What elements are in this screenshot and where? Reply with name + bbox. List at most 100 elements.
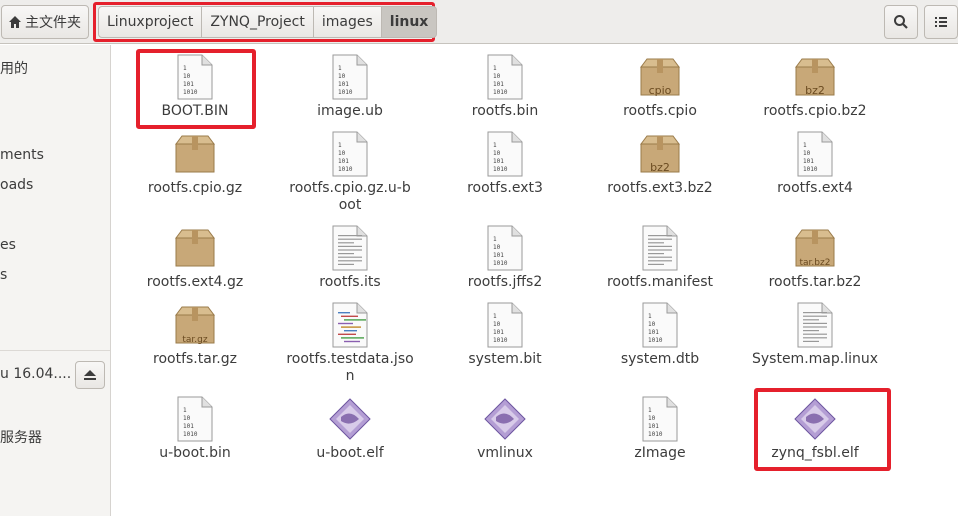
binary-file-icon: 1 10 101 1010 — [326, 130, 374, 178]
file-name: system.bit — [468, 351, 542, 367]
file-name: rootfs.ext4 — [777, 180, 853, 196]
file-item[interactable]: System.map.linux — [740, 301, 890, 368]
file-name: system.dtb — [620, 351, 700, 367]
file-name: rootfs.tar.gz — [153, 351, 237, 367]
file-item[interactable]: vmlinux — [430, 395, 580, 462]
breadcrumb-images[interactable]: images — [313, 6, 382, 38]
file-item[interactable]: u-boot.elf — [275, 395, 425, 462]
file-item[interactable]: 1 10 101 1010 rootfs.ext4 — [740, 130, 890, 197]
svg-text:10: 10 — [338, 73, 346, 80]
file-name: rootfs.cpio.bz2 — [763, 103, 867, 119]
archive-icon: tar.gz — [171, 301, 219, 349]
highlight-boot-bin — [136, 49, 256, 129]
file-name: u-boot.bin — [159, 445, 231, 461]
file-item[interactable]: 1 10 101 1010 rootfs.cpio.gz.u-boot — [275, 130, 425, 214]
sidebar-item-videos[interactable]: s — [0, 267, 7, 283]
svg-text:1010: 1010 — [338, 89, 353, 96]
search-button[interactable] — [884, 5, 918, 39]
text-file-icon — [636, 224, 684, 272]
file-name: rootfs.cpio — [623, 103, 697, 119]
file-name: image.ub — [317, 103, 383, 119]
file-item[interactable]: tar.gz rootfs.tar.gz — [120, 301, 270, 368]
svg-text:101: 101 — [493, 252, 504, 259]
breadcrumb-linuxproject[interactable]: Linuxproject — [98, 6, 203, 38]
file-item[interactable]: rootfs.cpio.gz — [120, 130, 270, 197]
svg-text:1: 1 — [338, 65, 342, 72]
svg-text:1: 1 — [338, 142, 342, 149]
file-item[interactable]: rootfs.ext4.gz — [120, 224, 270, 291]
binary-file-icon: 1 10 101 1010 — [171, 395, 219, 443]
file-item[interactable]: bz2 rootfs.cpio.bz2 — [740, 53, 890, 120]
header-bar: 主文件夹 Linuxproject ZYNQ_Project images li… — [0, 0, 958, 44]
sidebar-item-pictures[interactable]: es — [0, 237, 16, 253]
sidebar-item-recent[interactable]: 用的 — [0, 58, 28, 78]
file-item[interactable]: 1 10 101 1010 zImage — [585, 395, 735, 462]
breadcrumb-linux[interactable]: linux — [381, 6, 438, 38]
file-item[interactable]: 1 10 101 1010 rootfs.bin — [430, 53, 580, 120]
view-menu-button[interactable] — [924, 5, 958, 39]
svg-text:101: 101 — [183, 423, 194, 430]
search-icon — [894, 15, 908, 29]
file-name: u-boot.elf — [316, 445, 384, 461]
executable-icon — [481, 395, 529, 443]
archive-icon: bz2 — [636, 130, 684, 178]
file-name: rootfs.ext3 — [467, 180, 543, 196]
archive-icon — [171, 224, 219, 272]
svg-text:10: 10 — [493, 321, 501, 328]
binary-file-icon: 1 10 101 1010 — [481, 301, 529, 349]
binary-file-icon: 1 10 101 1010 — [481, 224, 529, 272]
home-label: 主文件夹 — [25, 15, 81, 31]
archive-icon — [171, 130, 219, 178]
sidebar-item-downloads[interactable]: oads — [0, 177, 33, 193]
file-item[interactable]: 1 10 101 1010 image.ub — [275, 53, 425, 120]
file-item[interactable]: bz2 rootfs.ext3.bz2 — [585, 130, 735, 197]
binary-file-icon: 1 10 101 1010 — [636, 395, 684, 443]
file-item[interactable]: 1 10 101 1010 system.dtb — [585, 301, 735, 368]
svg-text:1: 1 — [648, 407, 652, 414]
breadcrumb-zynq-project[interactable]: ZYNQ_Project — [202, 6, 314, 38]
file-item[interactable]: 1 10 101 1010 rootfs.jffs2 — [430, 224, 580, 291]
svg-text:10: 10 — [803, 150, 811, 157]
binary-file-icon: 1 10 101 1010 — [481, 130, 529, 178]
svg-text:1: 1 — [493, 65, 497, 72]
file-item[interactable]: rootfs.testdata.json — [275, 301, 425, 385]
file-item[interactable]: rootfs.manifest — [585, 224, 735, 291]
svg-text:101: 101 — [648, 329, 659, 336]
file-name: System.map.linux — [751, 351, 879, 367]
svg-text:1010: 1010 — [648, 337, 663, 344]
highlight-zynq-fsbl — [754, 388, 891, 471]
file-item[interactable]: 1 10 101 1010 system.bit — [430, 301, 580, 368]
file-item[interactable]: 1 10 101 1010 u-boot.bin — [120, 395, 270, 462]
file-item[interactable]: cpio rootfs.cpio — [585, 53, 735, 120]
eject-icon — [84, 370, 96, 380]
binary-file-icon: 1 10 101 1010 — [481, 53, 529, 101]
svg-text:10: 10 — [493, 73, 501, 80]
svg-text:tar.gz: tar.gz — [182, 335, 207, 345]
file-name: rootfs.bin — [471, 103, 539, 119]
archive-icon: cpio — [636, 53, 684, 101]
svg-text:1: 1 — [648, 313, 652, 320]
text-file-icon — [326, 224, 374, 272]
code-file-icon — [326, 301, 374, 349]
archive-icon: tar.bz2 — [791, 224, 839, 272]
sidebar-item-servers[interactable]: 服务器 — [0, 427, 42, 447]
svg-text:101: 101 — [493, 329, 504, 336]
file-item[interactable]: rootfs.its — [275, 224, 425, 291]
svg-text:1: 1 — [493, 142, 497, 149]
home-button[interactable]: 主文件夹 — [1, 5, 89, 39]
file-item[interactable]: 1 10 101 1010 rootfs.ext3 — [430, 130, 580, 197]
file-name: rootfs.tar.bz2 — [768, 274, 862, 290]
file-name: vmlinux — [477, 445, 533, 461]
svg-text:1010: 1010 — [648, 431, 663, 438]
svg-text:1010: 1010 — [493, 89, 508, 96]
sidebar-item-documents[interactable]: ments — [0, 147, 44, 163]
svg-text:101: 101 — [338, 158, 349, 165]
svg-text:101: 101 — [493, 81, 504, 88]
binary-file-icon: 1 10 101 1010 — [636, 301, 684, 349]
svg-text:101: 101 — [648, 423, 659, 430]
text-file-icon — [791, 301, 839, 349]
sidebar-item-ubuntu-volume[interactable]: u 16.04.... — [0, 366, 71, 382]
file-name: rootfs.manifest — [606, 274, 714, 290]
file-item[interactable]: tar.bz2 rootfs.tar.bz2 — [740, 224, 890, 291]
eject-button[interactable] — [75, 361, 105, 389]
